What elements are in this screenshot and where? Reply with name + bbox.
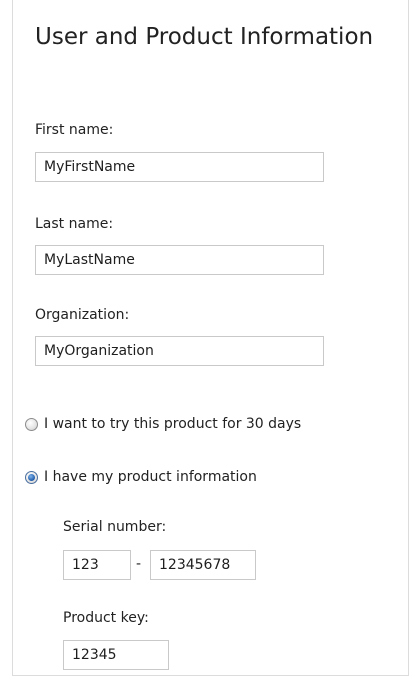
serial-number-label: Serial number: [63, 519, 167, 535]
have-info-radio[interactable] [25, 470, 38, 484]
last-name-field[interactable]: MyLastName [35, 245, 324, 275]
organization-field[interactable]: MyOrganization [35, 336, 324, 366]
product-key-label: Product key: [63, 610, 149, 626]
trial-option[interactable]: I want to try this product for 30 days [25, 414, 301, 434]
user-product-panel: User and Product Information First name:… [12, 0, 409, 676]
product-key-field[interactable]: 12345 [63, 640, 169, 670]
first-name-field[interactable]: MyFirstName [35, 152, 324, 182]
serial-number-part2-field[interactable]: 12345678 [150, 550, 256, 580]
first-name-label: First name: [35, 122, 114, 138]
trial-radio[interactable] [25, 417, 38, 431]
trial-radio-label[interactable]: I want to try this product for 30 days [44, 416, 301, 432]
serial-number-part1-field[interactable]: 123 [63, 550, 131, 580]
last-name-label: Last name: [35, 216, 114, 232]
page-title: User and Product Information [35, 24, 374, 50]
have-info-option[interactable]: I have my product information [25, 467, 257, 487]
serial-number-separator: - [136, 556, 142, 572]
organization-label: Organization: [35, 307, 130, 323]
have-info-radio-label[interactable]: I have my product information [44, 469, 257, 485]
